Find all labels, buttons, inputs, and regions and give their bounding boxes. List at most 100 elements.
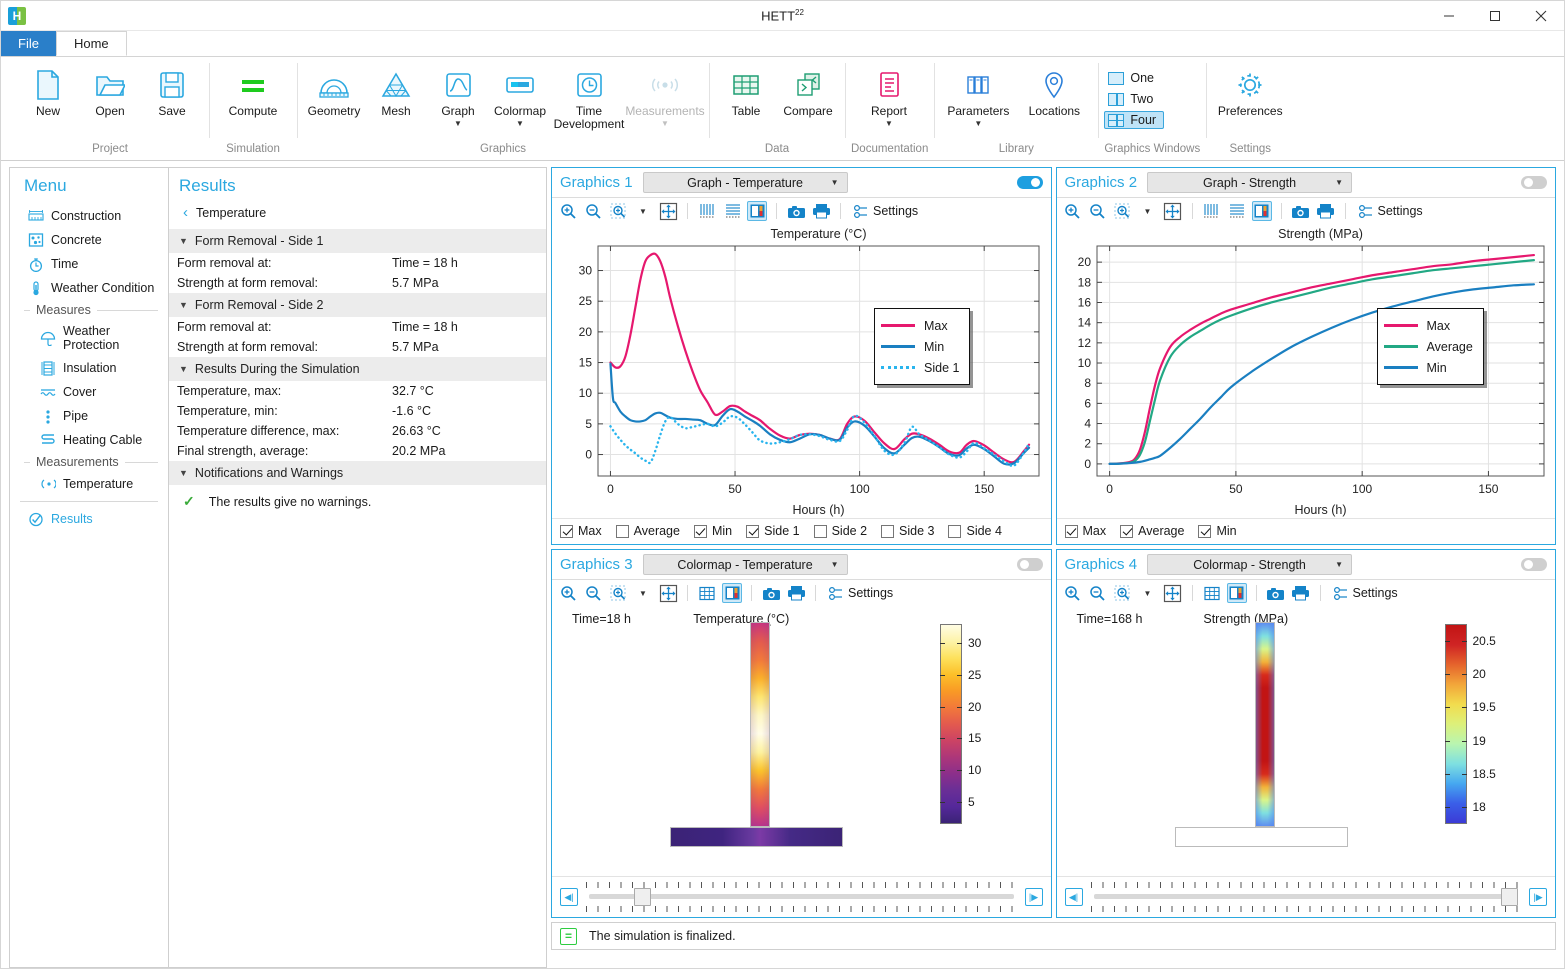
colormap-chevron-down-icon[interactable]: ▼ — [516, 120, 524, 128]
graphics-windows-option-one[interactable]: One — [1104, 69, 1164, 87]
zoom-options-chevron-down-icon[interactable]: ▼ — [1138, 201, 1158, 221]
graphics-1-toggle[interactable] — [1017, 176, 1043, 189]
sidebar-item-pipe[interactable]: Pipe — [10, 404, 168, 428]
step-back-icon[interactable]: ◀| — [1065, 888, 1083, 906]
zoom-in-icon[interactable] — [1063, 583, 1083, 603]
step-back-icon[interactable]: ◀| — [560, 888, 578, 906]
ribbon-button-locations[interactable]: Locations — [1016, 61, 1092, 118]
sidebar-item-weather-condition[interactable]: Weather Condition — [10, 276, 168, 300]
close-icon[interactable] — [1518, 1, 1564, 31]
graphics-2-settings-button[interactable]: Settings — [1355, 204, 1423, 219]
ribbon-button-graph[interactable]: Graph ▼ — [427, 61, 489, 128]
minimize-icon[interactable] — [1426, 1, 1472, 31]
zoom-in-icon[interactable] — [558, 583, 578, 603]
checkbox-max[interactable]: Max — [1065, 524, 1107, 538]
ribbon-button-mesh[interactable]: Mesh — [365, 61, 427, 118]
zoom-region-icon[interactable] — [608, 201, 628, 221]
vertical-grid-icon[interactable] — [1202, 201, 1222, 221]
ribbon-button-geometry[interactable]: Geometry — [303, 61, 365, 118]
print-icon[interactable] — [1291, 583, 1311, 603]
vertical-grid-icon[interactable] — [697, 201, 717, 221]
sidebar-item-construction[interactable]: Construction — [10, 204, 168, 228]
zoom-out-icon[interactable] — [1088, 201, 1108, 221]
fit-view-icon[interactable] — [658, 583, 678, 603]
legend-toggle-icon[interactable] — [747, 201, 767, 221]
slider-knob[interactable] — [1501, 888, 1518, 906]
results-warnings-header[interactable]: ▼ Notifications and Warnings — [169, 461, 546, 485]
tab-file[interactable]: File — [1, 31, 56, 56]
step-forward-icon[interactable]: |▶ — [1025, 888, 1043, 906]
zoom-out-icon[interactable] — [583, 583, 603, 603]
fit-view-icon[interactable] — [658, 201, 678, 221]
checkbox-min[interactable]: Min — [1198, 524, 1236, 538]
checkbox-max[interactable]: Max — [560, 524, 602, 538]
mesh-grid-icon[interactable] — [1202, 583, 1222, 603]
parameters-chevron-down-icon[interactable]: ▼ — [974, 120, 982, 128]
zoom-options-chevron-down-icon[interactable]: ▼ — [633, 583, 653, 603]
ribbon-button-new[interactable]: New — [17, 61, 79, 118]
zoom-out-icon[interactable] — [1088, 583, 1108, 603]
ribbon-button-preferences[interactable]: Preferences — [1212, 61, 1288, 118]
sidebar-item-insulation[interactable]: Insulation — [10, 356, 168, 380]
ribbon-button-measurements[interactable]: Measurements ▼ — [627, 61, 703, 128]
breadcrumb[interactable]: ‹ Temperature — [169, 202, 546, 229]
results-section-header[interactable]: ▼ Form Removal - Side 2 — [169, 293, 546, 317]
checkbox-side-1[interactable]: Side 1 — [746, 524, 799, 538]
collapse-triangle-icon[interactable]: ▼ — [179, 300, 188, 310]
zoom-in-icon[interactable] — [1063, 201, 1083, 221]
sidebar-item-weather-protection[interactable]: Weather Protection — [10, 320, 168, 356]
print-icon[interactable] — [1316, 201, 1336, 221]
ribbon-button-time-development[interactable]: Time Development — [551, 61, 627, 131]
graphics-1-plot-select[interactable]: Graph - Temperature ▼ — [643, 172, 848, 193]
ribbon-button-compare[interactable]: Compare — [777, 61, 839, 118]
zoom-in-icon[interactable] — [558, 201, 578, 221]
sidebar-item-concrete[interactable]: Concrete — [10, 228, 168, 252]
camera-icon[interactable] — [761, 583, 781, 603]
graphics-2-toggle[interactable] — [1521, 176, 1547, 189]
ribbon-button-colormap[interactable]: Colormap ▼ — [489, 61, 551, 128]
graphics-3-toggle[interactable] — [1017, 558, 1043, 571]
tab-home[interactable]: Home — [56, 31, 127, 56]
sidebar-item-heating-cable[interactable]: Heating Cable — [10, 428, 168, 452]
print-icon[interactable] — [811, 201, 831, 221]
camera-icon[interactable] — [786, 201, 806, 221]
zoom-region-icon[interactable] — [1113, 583, 1133, 603]
graphics-3-settings-button[interactable]: Settings — [825, 586, 893, 601]
legend-toggle-icon[interactable] — [1227, 583, 1247, 603]
checkbox-side-2[interactable]: Side 2 — [814, 524, 867, 538]
collapse-triangle-icon[interactable]: ▼ — [179, 236, 188, 246]
graphics-4-settings-button[interactable]: Settings — [1330, 586, 1398, 601]
collapse-triangle-icon[interactable]: ▼ — [179, 364, 188, 374]
graphics-4-toggle[interactable] — [1521, 558, 1547, 571]
graphics-3-plot[interactable]: Time=18 h Temperature (°C) 51015202530 — [552, 606, 1051, 876]
graphics-windows-option-two[interactable]: Two — [1104, 90, 1164, 108]
report-chevron-down-icon[interactable]: ▼ — [885, 120, 893, 128]
checkbox-average[interactable]: Average — [616, 524, 680, 538]
graphics-1-plot[interactable]: Temperature (°C)051015202530050100150Hou… — [552, 224, 1051, 518]
ribbon-button-open[interactable]: Open — [79, 61, 141, 118]
graphics-2-plot[interactable]: Strength (MPa)02468101214161820050100150… — [1057, 224, 1556, 518]
graph-chevron-down-icon[interactable]: ▼ — [454, 120, 462, 128]
legend-toggle-icon[interactable] — [722, 583, 742, 603]
horizontal-grid-icon[interactable] — [1227, 201, 1247, 221]
collapse-triangle-icon[interactable]: ▼ — [179, 468, 188, 478]
legend-toggle-icon[interactable] — [1252, 201, 1272, 221]
horizontal-grid-icon[interactable] — [722, 201, 742, 221]
graphics-4-time-slider[interactable] — [1091, 882, 1522, 912]
graphics-1-settings-button[interactable]: Settings — [850, 204, 918, 219]
results-section-header[interactable]: ▼ Form Removal - Side 1 — [169, 229, 546, 253]
ribbon-button-report[interactable]: Report ▼ — [851, 61, 927, 128]
graphics-3-time-slider[interactable] — [586, 882, 1017, 912]
graphics-4-plot[interactable]: Time=168 h Strength (MPa) 1818.51919.520… — [1057, 606, 1556, 876]
ribbon-button-parameters[interactable]: Parameters ▼ — [940, 61, 1016, 128]
measurements-chevron-down-icon[interactable]: ▼ — [661, 120, 669, 128]
zoom-options-chevron-down-icon[interactable]: ▼ — [1138, 583, 1158, 603]
sidebar-item-results[interactable]: Results — [10, 507, 168, 531]
mesh-grid-icon[interactable] — [697, 583, 717, 603]
zoom-out-icon[interactable] — [583, 201, 603, 221]
back-chevron-icon[interactable]: ‹ — [183, 204, 188, 221]
print-icon[interactable] — [786, 583, 806, 603]
results-section-header[interactable]: ▼ Results During the Simulation — [169, 357, 546, 381]
zoom-options-chevron-down-icon[interactable]: ▼ — [633, 201, 653, 221]
zoom-region-icon[interactable] — [1113, 201, 1133, 221]
